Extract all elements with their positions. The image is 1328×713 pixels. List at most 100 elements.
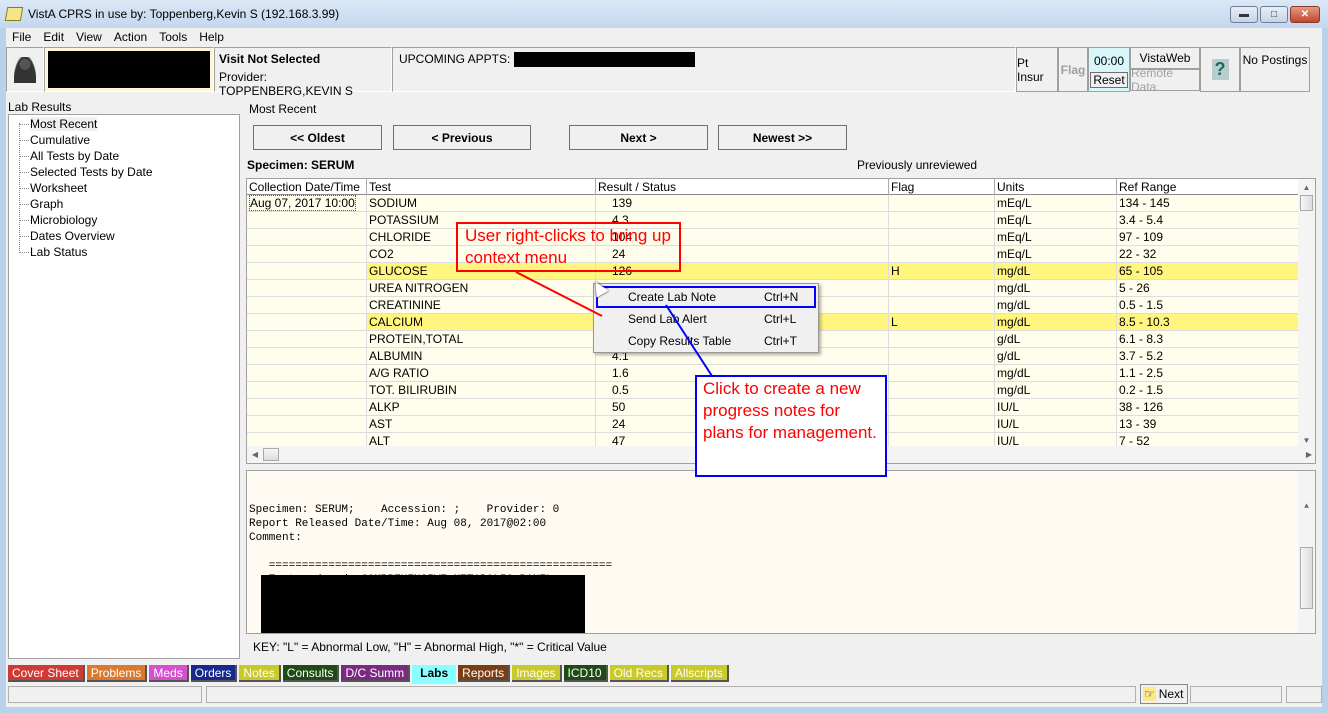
patient-photo-button[interactable] xyxy=(6,47,44,92)
menu-create-lab-note[interactable]: Create Lab Note Ctrl+N xyxy=(596,286,816,308)
scroll-up-icon[interactable]: ▲ xyxy=(1298,499,1315,515)
cell-date xyxy=(247,314,367,330)
previous-button[interactable]: < Previous xyxy=(393,125,531,150)
next-label: Next xyxy=(1158,687,1184,701)
cell-units: mg/dL xyxy=(995,280,1117,296)
col-test[interactable]: Test xyxy=(367,179,596,195)
scroll-right-icon[interactable]: ▶ xyxy=(1301,450,1315,459)
tab-consults[interactable]: Consults xyxy=(282,665,340,682)
report-vertical-scrollbar[interactable]: ▲ ▼ xyxy=(1298,471,1315,633)
scroll-thumb[interactable] xyxy=(1300,547,1313,609)
close-button[interactable]: ✕ xyxy=(1290,6,1320,23)
cell-result: 139 xyxy=(596,195,889,211)
flag-key-legend: KEY: "L" = Abnormal Low, "H" = Abnormal … xyxy=(253,640,607,654)
tree-item-lab-status[interactable]: Lab Status xyxy=(9,244,239,260)
tree-item-label: Selected Tests by Date xyxy=(30,165,153,179)
flag-button[interactable]: Flag xyxy=(1058,47,1088,92)
col-units[interactable]: Units xyxy=(995,179,1117,195)
menu-item-label: Create Lab Note xyxy=(628,290,717,304)
cell-date xyxy=(247,297,367,313)
col-collection-date[interactable]: Collection Date/Time xyxy=(247,179,367,195)
next-button[interactable]: Next > xyxy=(569,125,708,150)
menu-tools[interactable]: Tools xyxy=(153,30,193,44)
scroll-left-icon[interactable]: ◀ xyxy=(247,450,263,459)
status-panel-1 xyxy=(8,686,202,703)
tree-item-worksheet[interactable]: Worksheet xyxy=(9,180,239,196)
menu-help[interactable]: Help xyxy=(193,30,230,44)
tab-labs[interactable]: Labs xyxy=(412,665,457,684)
table-row[interactable]: CO2 24 mEq/L 22 - 32 xyxy=(247,246,1315,263)
tree-item-most-recent[interactable]: Most Recent xyxy=(9,116,239,132)
tree-item-all-tests-by-date[interactable]: All Tests by Date xyxy=(9,148,239,164)
col-ref-range[interactable]: Ref Range xyxy=(1117,179,1301,195)
cell-date xyxy=(247,263,367,279)
menu-view[interactable]: View xyxy=(70,30,108,44)
newest-button[interactable]: Newest >> xyxy=(718,125,847,150)
table-row[interactable]: CHLORIDE 104 mEq/L 97 - 109 xyxy=(247,229,1315,246)
report-line xyxy=(249,545,1313,559)
tab-orders[interactable]: Orders xyxy=(190,665,238,682)
oldest-button[interactable]: << Oldest xyxy=(253,125,382,150)
menu-item-shortcut: Ctrl+L xyxy=(764,312,797,326)
tree-item-label: Graph xyxy=(30,197,64,211)
reset-button[interactable]: Reset xyxy=(1090,71,1128,88)
tab-allscripts[interactable]: Allscripts xyxy=(670,665,729,682)
annotation-create-note: Click to create a new progress notes for… xyxy=(695,375,887,477)
col-result[interactable]: Result / Status xyxy=(596,179,889,195)
tab-problems[interactable]: Problems xyxy=(86,665,148,682)
cell-test: AST xyxy=(367,416,596,432)
tree-item-dates-overview[interactable]: Dates Overview xyxy=(9,228,239,244)
tab-meds[interactable]: Meds xyxy=(149,665,189,682)
tab-icd10[interactable]: ICD10 xyxy=(563,665,608,682)
tab-d-c-summ[interactable]: D/C Summ xyxy=(341,665,411,682)
maximize-button[interactable]: □ xyxy=(1260,6,1288,23)
title-bar: VistA CPRS in use by: Toppenberg,Kevin S… xyxy=(0,0,1328,28)
tab-reports[interactable]: Reports xyxy=(458,665,511,682)
cell-ref-range: 134 - 145 xyxy=(1117,195,1301,211)
hscroll-thumb[interactable] xyxy=(263,448,279,461)
tree-item-label: Worksheet xyxy=(30,181,88,195)
menu-action[interactable]: Action xyxy=(108,30,153,44)
patient-name-button[interactable] xyxy=(44,47,214,92)
cell-test: TOT. BILIRUBIN xyxy=(367,382,596,398)
cell-test: CALCIUM xyxy=(367,314,596,330)
report-line: Comment: xyxy=(249,532,302,544)
report-text-area[interactable]: Specimen: SERUM; Accession: ; Provider: … xyxy=(246,470,1316,634)
tree-item-graph[interactable]: Graph xyxy=(9,196,239,212)
status-panel-4 xyxy=(1286,686,1322,703)
menu-item-label: Copy Results Table xyxy=(628,334,732,348)
postings-button[interactable]: No Postings xyxy=(1240,47,1310,92)
grid-vertical-scrollbar[interactable]: ▲ ▼ xyxy=(1298,179,1315,449)
tab-notes[interactable]: Notes xyxy=(239,665,281,682)
scroll-up-icon[interactable]: ▲ xyxy=(1298,179,1315,195)
scroll-thumb[interactable] xyxy=(1300,195,1313,211)
chart-tabs: Cover Sheet Problems Meds Orders Notes Consul… xyxy=(8,665,729,684)
table-row[interactable]: GLUCOSE 126 Hmg/dL 65 - 105 xyxy=(247,263,1315,280)
tab-old-recs[interactable]: Old Recs xyxy=(609,665,669,682)
table-row[interactable]: Aug 07, 2017 10:00 SODIUM 139 mEq/L 134 - 14… xyxy=(247,195,1315,212)
next-notification-button[interactable]: ☞ Next xyxy=(1140,684,1188,704)
cell-units: IU/L xyxy=(995,416,1117,432)
cell-flag xyxy=(889,212,995,228)
menu-edit[interactable]: Edit xyxy=(37,30,70,44)
context-menu: Create Lab Note Ctrl+N Send Lab Alert Ct… xyxy=(593,283,819,353)
visit-button[interactable]: Visit Not Selected Provider: TOPPENBERG,… xyxy=(214,47,392,98)
pt-insur-button[interactable]: Pt Insur xyxy=(1016,47,1058,92)
upcoming-appts-panel[interactable]: UPCOMING APPTS: xyxy=(392,47,1016,92)
cell-ref-range: 3.7 - 5.2 xyxy=(1117,348,1301,364)
help-button[interactable]: ? xyxy=(1200,47,1240,92)
menu-copy-results-table[interactable]: Copy Results Table Ctrl+T xyxy=(596,330,816,352)
tree-item-cumulative[interactable]: Cumulative xyxy=(9,132,239,148)
remote-data-button[interactable]: Remote Data xyxy=(1130,66,1200,94)
tree-item-microbiology[interactable]: Microbiology xyxy=(9,212,239,228)
tree-item-label: Dates Overview xyxy=(30,229,115,243)
cell-flag xyxy=(889,297,995,313)
tree-item-selected-tests-by-date[interactable]: Selected Tests by Date xyxy=(9,164,239,180)
menu-send-lab-alert[interactable]: Send Lab Alert Ctrl+L xyxy=(596,308,816,330)
tab-images[interactable]: Images xyxy=(512,665,562,682)
menu-file[interactable]: File xyxy=(6,30,37,44)
col-flag[interactable]: Flag xyxy=(889,179,995,195)
table-row[interactable]: POTASSIUM 4.3 mEq/L 3.4 - 5.4 xyxy=(247,212,1315,229)
minimize-button[interactable]: ▬ xyxy=(1230,6,1258,23)
tab-cover-sheet[interactable]: Cover Sheet xyxy=(8,665,85,682)
